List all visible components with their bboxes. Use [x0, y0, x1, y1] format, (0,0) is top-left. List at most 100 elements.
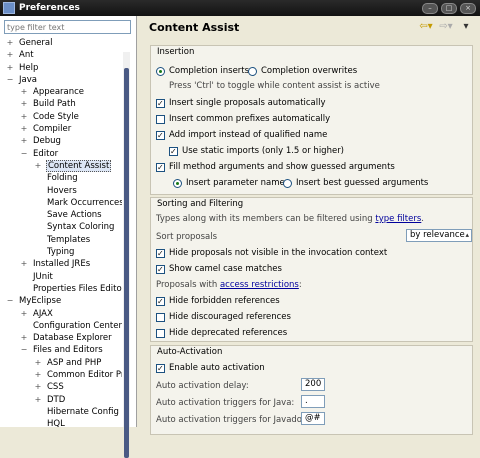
tree-item[interactable]: + Content Assist	[0, 159, 122, 172]
radio-unselected[interactable]	[283, 178, 292, 188]
tree-item[interactable]: Folding	[0, 172, 122, 184]
tree-item[interactable]: + ASP and PHP	[0, 357, 122, 369]
radio-label: Completion overwrites	[261, 66, 358, 76]
tree-item[interactable]: Hibernate Config	[0, 406, 122, 418]
expand-icon[interactable]: +	[6, 62, 14, 74]
view-menu-icon[interactable]: ▾	[458, 21, 474, 32]
radio-selected[interactable]	[156, 66, 165, 76]
tree-item[interactable]: + CSS	[0, 381, 122, 393]
tree-item[interactable]: + Appearance	[0, 86, 122, 98]
tree-item[interactable]: − Editor	[0, 148, 122, 160]
expand-icon[interactable]: +	[20, 86, 28, 98]
tree-item[interactable]: + Ant	[0, 49, 122, 61]
checkbox-checked[interactable]	[156, 296, 165, 306]
tree-item[interactable]: HQL	[0, 418, 122, 427]
checkbox-checked[interactable]	[156, 162, 165, 172]
tree-item[interactable]: Templates	[0, 234, 122, 246]
expand-icon[interactable]: +	[20, 98, 28, 110]
type-filters-link[interactable]: type filters	[375, 214, 421, 224]
tree-item[interactable]: + Database Explorer	[0, 332, 122, 344]
collapse-icon[interactable]: −	[20, 344, 28, 356]
tree-item[interactable]: Typing	[0, 246, 122, 258]
hide-forbidden-checkbox[interactable]: Hide forbidden references	[156, 296, 280, 306]
expand-icon[interactable]: +	[20, 135, 28, 147]
tree-item[interactable]: + Installed JREs	[0, 258, 122, 270]
expand-icon[interactable]: +	[34, 394, 42, 406]
checkbox-checked[interactable]	[156, 264, 165, 274]
radio-selected[interactable]	[173, 178, 182, 188]
tree-scrollbar-thumb[interactable]	[124, 68, 129, 458]
checkbox-checked[interactable]	[156, 363, 165, 373]
expand-icon[interactable]: +	[20, 308, 28, 320]
tree-item[interactable]: + Compiler	[0, 123, 122, 135]
javadoc-triggers-field[interactable]: @#	[301, 412, 325, 425]
tree-item[interactable]: + Code Style	[0, 111, 122, 123]
insert-best-guessed-radio[interactable]: Insert best guessed arguments	[283, 178, 428, 188]
delay-field[interactable]: 200	[301, 378, 325, 391]
hide-discouraged-checkbox[interactable]: Hide discouraged references	[156, 312, 291, 322]
tree-item[interactable]: + Build Path	[0, 98, 122, 110]
enable-auto-activation-checkbox[interactable]: Enable auto activation	[156, 363, 265, 373]
insert-parameter-names-radio[interactable]: Insert parameter names	[173, 178, 289, 188]
access-restrictions-link[interactable]: access restrictions	[220, 280, 299, 290]
tree-item[interactable]: Configuration Center	[0, 320, 122, 332]
tree-item[interactable]: − Files and Editors	[0, 344, 122, 356]
expand-icon[interactable]: +	[20, 258, 28, 270]
minimize-button[interactable]: –	[422, 3, 438, 14]
radio-unselected[interactable]	[248, 66, 257, 76]
tree-item[interactable]: + DTD	[0, 394, 122, 406]
use-static-imports-checkbox[interactable]: Use static imports (only 1.5 or higher)	[169, 146, 344, 156]
completion-inserts-radio[interactable]: Completion inserts	[156, 66, 249, 76]
tree-item[interactable]: + Help	[0, 62, 122, 74]
expand-icon[interactable]: +	[20, 111, 28, 123]
expand-icon[interactable]: +	[20, 332, 28, 344]
checkbox-unchecked[interactable]	[156, 328, 165, 338]
filter-input[interactable]	[4, 20, 131, 34]
tree-item[interactable]: Mark Occurrences	[0, 197, 122, 209]
collapse-icon[interactable]: −	[6, 74, 14, 86]
collapse-icon[interactable]: −	[6, 295, 14, 307]
checkbox-checked[interactable]	[169, 146, 178, 156]
show-camel-case-checkbox[interactable]: Show camel case matches	[156, 264, 282, 274]
expand-icon[interactable]: +	[20, 123, 28, 135]
checkbox-checked[interactable]	[156, 130, 165, 140]
checkbox-unchecked[interactable]	[156, 312, 165, 322]
java-triggers-field[interactable]: .	[301, 395, 325, 408]
insert-common-checkbox[interactable]: Insert common prefixes automatically	[156, 114, 330, 124]
sort-proposals-combo[interactable]: by relevance ▴	[406, 229, 472, 242]
maximize-button[interactable]: □	[441, 3, 457, 14]
fill-arguments-checkbox[interactable]: Fill method arguments and show guessed a…	[156, 162, 395, 172]
tree-item[interactable]: − MyEclipse	[0, 295, 122, 307]
close-button[interactable]: ×	[460, 3, 476, 14]
add-import-checkbox[interactable]: Add import instead of qualified name	[156, 130, 327, 140]
checkbox-checked[interactable]	[156, 248, 165, 258]
forward-arrow-icon[interactable]: ⇨▾	[438, 21, 454, 32]
hide-invisible-checkbox[interactable]: Hide proposals not visible in the invoca…	[156, 248, 387, 258]
tree-item[interactable]: Save Actions	[0, 209, 122, 221]
back-arrow-icon[interactable]: ⇦▾	[418, 21, 434, 32]
completion-overwrites-radio[interactable]: Completion overwrites	[248, 66, 357, 76]
expand-icon[interactable]: +	[6, 37, 14, 49]
collapse-icon[interactable]: −	[20, 148, 28, 160]
insert-single-checkbox[interactable]: Insert single proposals automatically	[156, 98, 326, 108]
checkbox-unchecked[interactable]	[156, 114, 165, 124]
tree-item-label: Debug	[33, 136, 61, 147]
tree-item[interactable]: + General	[0, 37, 122, 49]
expand-icon[interactable]: +	[34, 369, 42, 381]
tree-item[interactable]: + Debug	[0, 135, 122, 147]
expand-icon[interactable]: +	[34, 160, 42, 172]
checkbox-checked[interactable]	[156, 98, 165, 108]
expand-icon[interactable]: +	[34, 381, 42, 393]
group-title: Insertion	[155, 47, 197, 57]
tree-scrollbar[interactable]	[123, 52, 130, 458]
tree-item[interactable]: JUnit	[0, 271, 122, 283]
tree-item[interactable]: + AJAX	[0, 308, 122, 320]
expand-icon[interactable]: +	[6, 49, 14, 61]
hide-deprecated-checkbox[interactable]: Hide deprecated references	[156, 328, 287, 338]
tree-item[interactable]: Hovers	[0, 185, 122, 197]
tree-item[interactable]: + Common Editor Pre	[0, 369, 122, 381]
tree-item[interactable]: Properties Files Editor	[0, 283, 122, 295]
tree-item[interactable]: Syntax Coloring	[0, 221, 122, 233]
tree-item[interactable]: − Java	[0, 74, 122, 86]
expand-icon[interactable]: +	[34, 357, 42, 369]
